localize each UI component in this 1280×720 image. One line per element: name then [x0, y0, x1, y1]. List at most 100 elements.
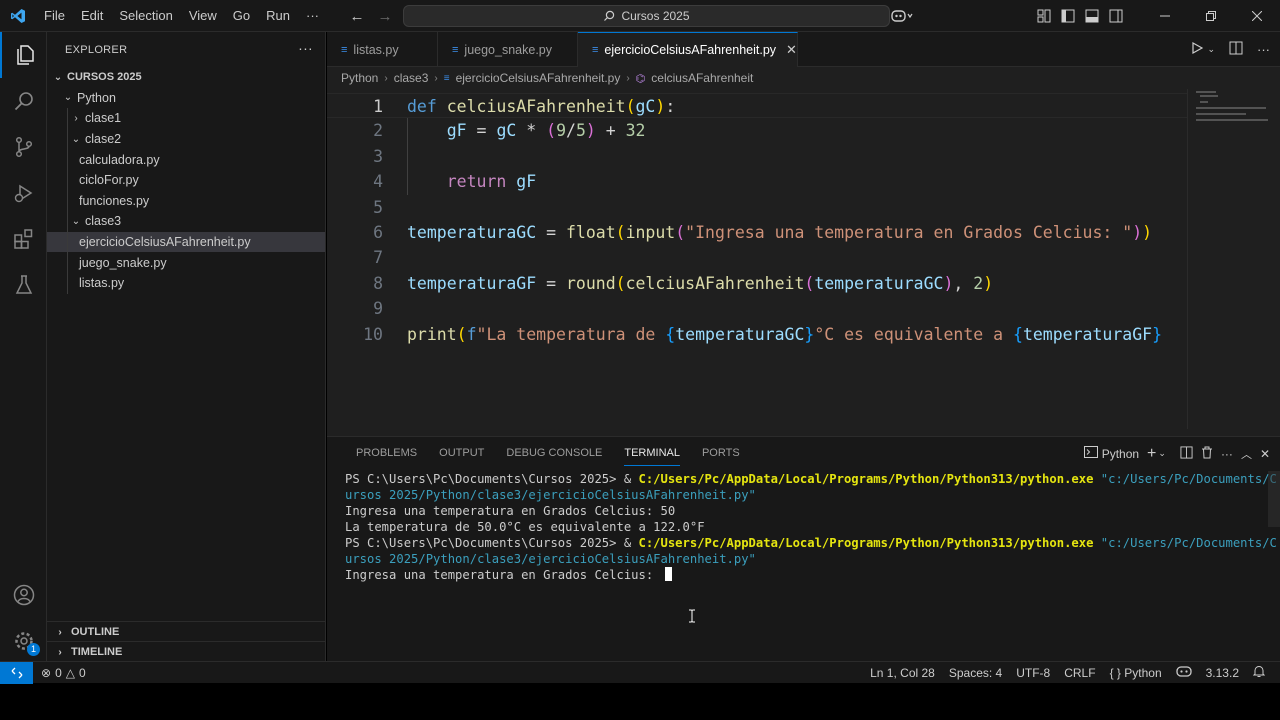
breadcrumb-file[interactable]: ejercicioCelsiusAFahrenheit.py [456, 71, 621, 85]
language-mode[interactable]: { } Python [1103, 666, 1169, 680]
tab-ejercicio-celsius[interactable]: ≡ ejercicioCelsiusAFahrenheit.py ✕ [578, 32, 798, 67]
panel-tab-terminal[interactable]: TERMINAL [613, 437, 691, 470]
indent-guide [67, 211, 68, 232]
tree-file[interactable]: funciones.py [47, 190, 325, 212]
tree-file[interactable]: ejercicioCelsiusAFahrenheit.py [47, 231, 325, 253]
indentation[interactable]: Spaces: 4 [942, 666, 1009, 680]
panel-tab-ports[interactable]: PORTS [691, 437, 751, 470]
restore-window-icon[interactable] [1188, 0, 1234, 32]
tree-folder[interactable]: › clase1 [47, 108, 325, 129]
kill-terminal-trash-icon[interactable] [1201, 446, 1213, 462]
tree-file[interactable]: listas.py [47, 272, 325, 294]
language-label: Python [1124, 666, 1162, 680]
close-panel-icon[interactable]: ✕ [1260, 447, 1270, 461]
python-file-icon: ≡ [592, 44, 599, 56]
panel-tab-debug-console[interactable]: DEBUG CONSOLE [495, 437, 613, 470]
customize-layout-icon[interactable] [1032, 0, 1056, 32]
split-editor-icon[interactable] [1229, 41, 1243, 58]
minimap-line [1196, 113, 1246, 115]
workspace-root[interactable]: ⌄ CURSOS 2025 [47, 67, 325, 88]
tree-folder[interactable]: ⌄ clase2 [47, 128, 325, 150]
explorer-more-actions-icon[interactable]: ··· [298, 40, 313, 56]
outline-section[interactable]: › OUTLINE [47, 621, 326, 642]
manage-gear-icon[interactable]: 1 [0, 618, 47, 664]
code-token: = [536, 273, 566, 293]
cursor-position[interactable]: Ln 1, Col 28 [863, 666, 942, 680]
extensions-icon[interactable] [0, 216, 47, 262]
terminal-scrollbar[interactable] [1268, 471, 1280, 527]
code-token: , [953, 273, 974, 293]
warning-icon: △ [65, 665, 75, 680]
terminal-line: ursos 2025/Python/clase3/ejercicioCelsiu… [345, 551, 1265, 567]
run-python-file-icon[interactable] [1191, 41, 1204, 57]
search-icon[interactable] [0, 78, 47, 124]
workspace-root-label: CURSOS 2025 [67, 71, 142, 84]
close-tab-icon[interactable]: ✕ [786, 42, 797, 58]
maximize-panel-chevron-up-icon[interactable]: ︿ [1241, 446, 1252, 462]
menu-view[interactable]: View [181, 0, 225, 32]
explorer-icon[interactable] [0, 32, 47, 78]
run-dropdown-chevron-icon[interactable]: ⌄ [1207, 44, 1215, 55]
update-badge: 1 [27, 643, 40, 656]
panel-tab-output[interactable]: OUTPUT [428, 437, 495, 470]
terminal-text: ursos 2025/Python/clase3/ejercicioCelsiu… [345, 488, 756, 502]
remote-window-icon[interactable] [0, 661, 33, 684]
forward-arrow-icon[interactable]: → [376, 8, 394, 25]
command-center-search[interactable]: Cursos 2025 [403, 5, 890, 27]
editor-tabs: ≡ listas.py ≡ juego_snake.py ≡ ejercicio… [327, 32, 1280, 67]
tree-file[interactable]: juego_snake.py [47, 252, 325, 273]
encoding[interactable]: UTF-8 [1009, 666, 1057, 680]
copilot-status-icon[interactable] [1169, 666, 1199, 680]
menu-go[interactable]: Go [225, 0, 258, 32]
minimize-window-icon[interactable] [1142, 0, 1188, 32]
minimap-line [1200, 95, 1218, 97]
breadcrumb-symbol[interactable]: celciusAFahrenheit [651, 71, 753, 85]
close-window-icon[interactable] [1234, 0, 1280, 32]
panel-more-actions-icon[interactable]: ··· [1221, 447, 1233, 461]
copilot-icon[interactable] [884, 0, 920, 32]
terminal-dropdown-chevron-icon[interactable]: ⌄ [1158, 448, 1166, 459]
tree-file[interactable]: cicloFor.py [47, 169, 325, 191]
menu-edit[interactable]: Edit [73, 0, 111, 32]
notifications-bell-icon[interactable] [1246, 665, 1272, 681]
editor-actions: ⌄ ··· [1191, 32, 1270, 67]
accounts-icon[interactable] [0, 572, 47, 618]
indent-guide [67, 231, 68, 253]
tab-listas[interactable]: ≡ listas.py [327, 32, 438, 67]
back-arrow-icon[interactable]: ← [348, 8, 366, 25]
breadcrumb-clase3[interactable]: clase3 [394, 71, 429, 85]
line-number: 5 [373, 197, 383, 217]
terminal-line: La temperatura de 50.0°C es equivalente … [345, 519, 1265, 535]
code-token: } [804, 324, 815, 344]
problems-status[interactable]: ⊗ 0 △ 0 [33, 666, 93, 680]
new-terminal-icon[interactable]: + [1147, 445, 1156, 463]
error-icon: ⊗ [41, 665, 52, 680]
menu-more[interactable]: ··· [298, 0, 327, 32]
more-actions-icon[interactable]: ··· [1257, 42, 1270, 57]
menu-file[interactable]: File [36, 0, 73, 32]
code-token: temperaturaGF [1022, 324, 1153, 344]
code-editor[interactable]: 1 def celciusAFahrenheit(gC): 2 gF = gC * … [327, 89, 1187, 429]
panel-tab-problems[interactable]: PROBLEMS [345, 437, 428, 470]
tab-juego-snake[interactable]: ≡ juego_snake.py [438, 32, 578, 67]
code-token: = [466, 121, 497, 141]
timeline-section[interactable]: › TIMELINE [47, 641, 326, 662]
split-terminal-icon[interactable] [1180, 445, 1193, 462]
testing-icon[interactable] [0, 262, 47, 308]
terminal-output[interactable]: PS C:\Users\Pc\Documents\Cursos 2025> & … [345, 471, 1277, 623]
toggle-panel-icon[interactable] [1080, 0, 1104, 32]
toggle-primary-sidebar-icon[interactable] [1056, 0, 1080, 32]
tree-folder[interactable]: ⌄ clase3 [47, 211, 325, 232]
tree-folder[interactable]: ⌄ Python [47, 88, 325, 109]
minimap[interactable] [1187, 89, 1280, 429]
tree-file[interactable]: calculadora.py [47, 149, 325, 170]
source-control-icon[interactable] [0, 124, 47, 170]
terminal-profile-label[interactable]: Python [1102, 447, 1139, 461]
breadcrumb-python[interactable]: Python [341, 71, 378, 85]
run-debug-icon[interactable] [0, 170, 47, 216]
menu-run[interactable]: Run [258, 0, 298, 32]
menu-selection[interactable]: Selection [111, 0, 180, 32]
toggle-secondary-sidebar-icon[interactable] [1104, 0, 1128, 32]
end-of-line[interactable]: CRLF [1057, 666, 1102, 680]
python-interpreter-version[interactable]: 3.13.2 [1199, 666, 1246, 680]
